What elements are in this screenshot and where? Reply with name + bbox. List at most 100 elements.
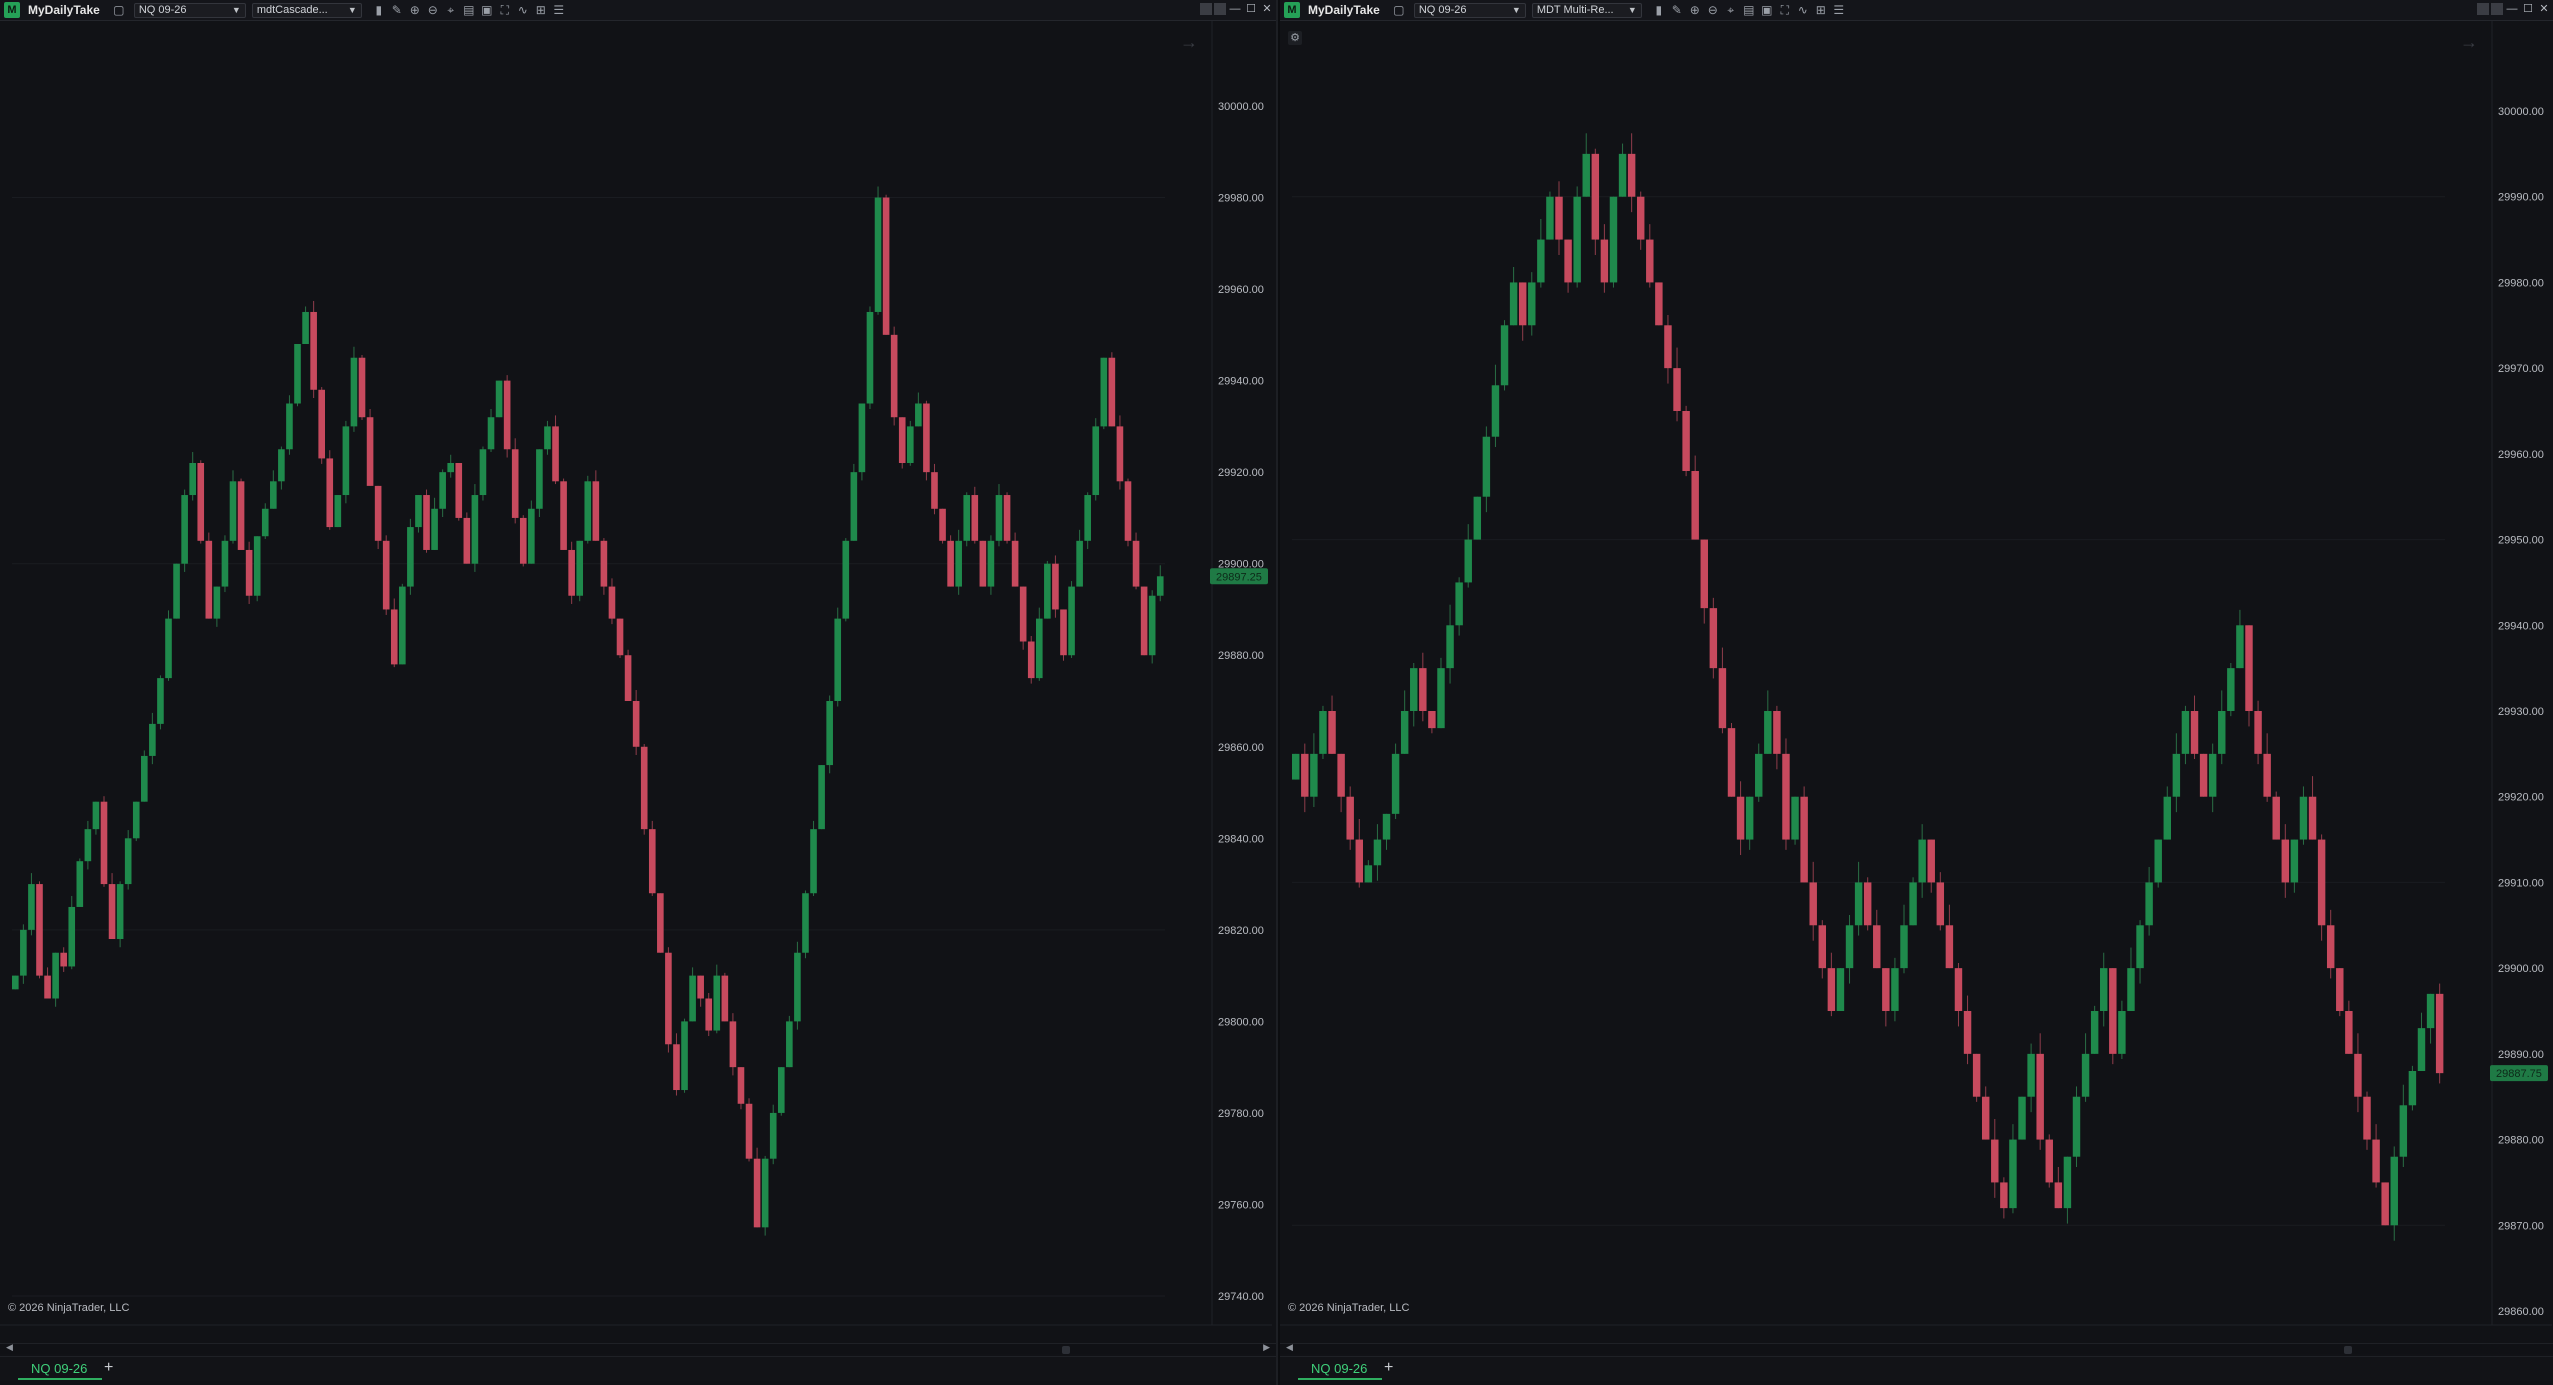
- candle-down: [1800, 796, 1808, 883]
- instrument-selector[interactable]: NQ 09-26 ▼: [133, 2, 246, 18]
- candle-up: [1764, 711, 1772, 754]
- add-tab-button[interactable]: +: [1384, 1359, 1393, 1377]
- candle-down: [2199, 753, 2208, 797]
- list-icon[interactable]: ☰: [550, 3, 568, 17]
- candle-down: [366, 417, 374, 486]
- candle-up: [278, 449, 285, 482]
- candle-up: [1891, 968, 1899, 1011]
- maximize-icon[interactable]: ☐: [2521, 2, 2535, 16]
- candle-up: [1373, 839, 1382, 866]
- zoom-in-icon[interactable]: ⊕: [406, 3, 424, 17]
- tile-icon[interactable]: [2491, 3, 2503, 15]
- maximize-icon[interactable]: ☐: [1244, 2, 1258, 16]
- tab-bar: NQ 09-26 +: [1280, 1356, 2553, 1381]
- candle-down: [2372, 1139, 2380, 1183]
- pencil-icon[interactable]: ✎: [1668, 3, 1686, 17]
- strategy-icon[interactable]: ⊞: [1812, 3, 1830, 17]
- candle-up: [1573, 196, 1581, 283]
- add-tab-button[interactable]: +: [104, 1359, 113, 1377]
- zoom-out-icon[interactable]: ⊖: [424, 3, 442, 17]
- candle-up: [826, 701, 833, 766]
- candle-up: [181, 495, 188, 564]
- instrument-selector[interactable]: NQ 09-26 ▼: [1413, 2, 1526, 18]
- bar-chart-icon[interactable]: ▮: [1650, 3, 1668, 17]
- zoom-in-icon[interactable]: ⊕: [1686, 3, 1704, 17]
- list-icon[interactable]: ☰: [1830, 3, 1848, 17]
- fit-icon[interactable]: ⛶: [496, 3, 514, 18]
- fit-icon[interactable]: ⛶: [1776, 3, 1794, 18]
- instrument-value: NQ 09-26: [1418, 3, 1467, 16]
- tile-icon[interactable]: [1200, 3, 1212, 15]
- candle-up: [1310, 753, 1318, 797]
- price-chart[interactable]: 30000.00 29990.00 29980.00 29970.00 29960.00…: [1280, 21, 2553, 1331]
- candle-down: [1736, 796, 1745, 840]
- gear-icon[interactable]: ⚙: [1288, 31, 1302, 45]
- y-tick-label: 29880.00: [2498, 1135, 2544, 1147]
- candle-up: [1156, 576, 1164, 596]
- indicator-icon[interactable]: ∿: [514, 3, 532, 17]
- candle-down: [374, 485, 382, 541]
- price-chart[interactable]: 30000.00 29980.00 29960.00 29940.00 29920.00…: [0, 21, 1278, 1331]
- app-name: MyDailyTake: [1308, 3, 1380, 17]
- close-icon[interactable]: ✕: [2537, 2, 2551, 16]
- data-box-icon[interactable]: ▣: [1758, 3, 1776, 17]
- bar-chart-icon[interactable]: ▮: [370, 3, 388, 17]
- arrow-right-icon[interactable]: →: [2460, 32, 2478, 53]
- window-controls: — ☐ ✕: [1200, 2, 1274, 16]
- candle-up: [1482, 436, 1491, 497]
- candle-down: [1428, 711, 1436, 729]
- scroll-thumb[interactable]: [1062, 1346, 1070, 1354]
- candle-down: [2036, 1053, 2044, 1140]
- minimize-icon[interactable]: —: [1228, 2, 1242, 16]
- properties-icon[interactable]: ▤: [460, 3, 478, 17]
- crosshair-icon[interactable]: ⌖: [442, 3, 460, 18]
- candle-down: [697, 975, 704, 999]
- tile-icon[interactable]: [2477, 3, 2489, 15]
- candle-up: [2426, 993, 2435, 1029]
- candle-down: [108, 884, 116, 939]
- tab-instrument[interactable]: NQ 09-26: [31, 1361, 87, 1376]
- template-value: mdtCascade...: [256, 3, 328, 16]
- indicator-icon[interactable]: ∿: [1794, 3, 1812, 17]
- candle-up: [1900, 925, 1908, 969]
- pencil-icon[interactable]: ✎: [388, 3, 406, 17]
- y-tick-label: 29880.00: [1218, 650, 1264, 662]
- scroll-left-icon[interactable]: ◀: [1286, 1342, 1293, 1353]
- scroll-right-icon[interactable]: ▶: [1263, 1342, 1270, 1353]
- strategy-icon[interactable]: ⊞: [532, 3, 550, 17]
- candle-up: [874, 197, 882, 312]
- zoom-out-icon[interactable]: ⊖: [1704, 3, 1722, 17]
- candle-up: [528, 508, 535, 564]
- candle-down: [2254, 711, 2262, 754]
- candle-down: [737, 1067, 745, 1104]
- candle-up: [1446, 625, 1454, 669]
- scroll-thumb[interactable]: [2344, 1346, 2352, 1354]
- template-selector[interactable]: MDT Multi-Re... ▼: [1531, 2, 1642, 18]
- arrow-right-icon[interactable]: →: [1180, 32, 1198, 53]
- candle-down: [939, 508, 946, 541]
- link-icon[interactable]: ▢: [1390, 3, 1408, 17]
- candle-down: [640, 746, 648, 830]
- scroll-left-icon[interactable]: ◀: [6, 1342, 13, 1353]
- candle-up: [1391, 753, 1400, 814]
- candle-down: [1027, 641, 1035, 679]
- tab-instrument[interactable]: NQ 09-26: [1311, 1361, 1367, 1376]
- horizontal-scrollbar[interactable]: ◀ ▶: [0, 1342, 1276, 1354]
- candle-up: [818, 765, 825, 830]
- candle-up: [132, 801, 140, 839]
- horizontal-scrollbar[interactable]: ◀: [1280, 1342, 2553, 1354]
- crosshair-icon[interactable]: ⌖: [1722, 3, 1740, 18]
- candle-down: [923, 403, 930, 473]
- tile-icon[interactable]: [1214, 3, 1226, 15]
- candle-down: [1991, 1139, 1999, 1183]
- close-icon[interactable]: ✕: [1260, 2, 1274, 16]
- candle-up: [2227, 668, 2235, 711]
- chart-toolbar: M MyDailyTake ▢ NQ 09-26 ▼ mdtCascade... ▼…: [0, 0, 1276, 21]
- minimize-icon[interactable]: —: [2505, 2, 2519, 16]
- candle-up: [915, 403, 922, 427]
- data-box-icon[interactable]: ▣: [478, 3, 496, 17]
- properties-icon[interactable]: ▤: [1740, 3, 1758, 17]
- candle-up: [334, 495, 342, 528]
- link-icon[interactable]: ▢: [110, 3, 128, 17]
- template-selector[interactable]: mdtCascade... ▼: [251, 2, 362, 18]
